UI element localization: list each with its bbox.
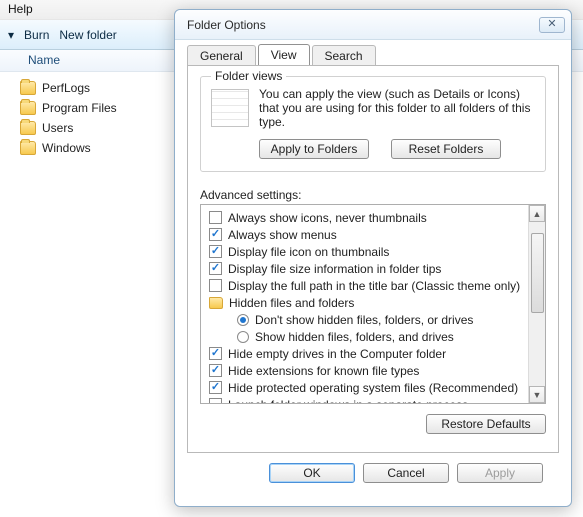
dialog-buttons: OK Cancel Apply [187,453,559,495]
folder-icon [20,121,36,135]
advanced-setting-row[interactable]: Hide extensions for known file types [203,362,543,379]
tab-view[interactable]: View [258,44,310,65]
scroll-up-button[interactable]: ▲ [529,205,545,222]
dialog-title: Folder Options [187,18,539,32]
folder-icon [20,101,36,115]
advanced-setting-row[interactable]: Hidden files and folders [203,294,543,311]
list-item-label: Program Files [42,101,117,115]
toolbar-new-folder[interactable]: New folder [59,28,116,42]
checkbox[interactable] [209,279,222,292]
advanced-setting-label: Hide protected operating system files (R… [228,381,518,395]
tab-panel-view: Folder views You can apply the view (suc… [187,65,559,453]
folder-views-label: Folder views [211,69,286,83]
list-item-label: Users [42,121,73,135]
folder-icon [20,81,36,95]
advanced-settings-list[interactable]: Always show icons, never thumbnails Alway… [200,204,546,404]
advanced-setting-row[interactable]: Always show menus [203,226,543,243]
advanced-setting-row[interactable]: Display the full path in the title bar (… [203,277,543,294]
menu-help[interactable]: Help [8,2,33,16]
cancel-button[interactable]: Cancel [363,463,449,483]
advanced-setting-row[interactable]: Display file size information in folder … [203,260,543,277]
checkbox[interactable] [209,262,222,275]
advanced-setting-label: Hide extensions for known file types [228,364,419,378]
scroll-thumb[interactable] [531,233,544,313]
folder-views-icon [211,89,249,127]
folder-icon [20,141,36,155]
dialog-titlebar[interactable]: Folder Options ✕ [175,10,571,40]
advanced-setting-row[interactable]: Don't show hidden files, folders, or dri… [203,311,543,328]
tab-general[interactable]: General [187,45,256,66]
advanced-setting-label: Hidden files and folders [229,296,354,310]
reset-folders-button[interactable]: Reset Folders [391,139,501,159]
scrollbar[interactable]: ▲ ▼ [528,205,545,403]
advanced-setting-row[interactable]: Always show icons, never thumbnails [203,209,543,226]
tab-search[interactable]: Search [312,45,376,66]
list-item-label: Windows [42,141,91,155]
advanced-setting-row[interactable]: Show hidden files, folders, and drives [203,328,543,345]
toolbar-burn[interactable]: Burn [24,28,49,42]
checkbox[interactable] [209,211,222,224]
radio-button[interactable] [237,331,249,343]
folder-icon [209,297,223,309]
advanced-setting-row[interactable]: Launch folder windows in a separate proc… [203,396,543,404]
apply-to-folders-button[interactable]: Apply to Folders [259,139,369,159]
advanced-setting-row[interactable]: Display file icon on thumbnails [203,243,543,260]
close-button[interactable]: ✕ [539,17,565,33]
advanced-setting-label: Display the full path in the title bar (… [228,279,520,293]
restore-defaults-button[interactable]: Restore Defaults [426,414,546,434]
close-icon: ✕ [547,19,556,30]
checkbox[interactable] [209,364,222,377]
checkbox[interactable] [209,398,222,404]
advanced-setting-row[interactable]: Hide protected operating system files (R… [203,379,543,396]
checkbox[interactable] [209,245,222,258]
advanced-setting-label: Always show icons, never thumbnails [228,211,427,225]
checkbox[interactable] [209,381,222,394]
scroll-down-button[interactable]: ▼ [529,386,545,403]
advanced-setting-label: Display file icon on thumbnails [228,245,389,259]
folder-views-text: You can apply the view (such as Details … [259,87,535,129]
advanced-settings-label: Advanced settings: [200,188,546,202]
checkbox[interactable] [209,347,222,360]
advanced-setting-label: Show hidden files, folders, and drives [255,330,454,344]
list-item-label: PerfLogs [42,81,90,95]
folder-views-group: Folder views You can apply the view (suc… [200,76,546,172]
ok-button[interactable]: OK [269,463,355,483]
advanced-setting-row[interactable]: Hide empty drives in the Computer folder [203,345,543,362]
dialog-body: General View Search Folder views You can… [175,40,571,506]
advanced-setting-label: Display file size information in folder … [228,262,441,276]
advanced-setting-label: Hide empty drives in the Computer folder [228,347,446,361]
toolbar-organize[interactable]: ▾ [8,28,14,42]
folder-options-dialog: Folder Options ✕ General View Search Fol… [174,9,572,507]
advanced-setting-label: Don't show hidden files, folders, or dri… [255,313,473,327]
advanced-setting-label: Always show menus [228,228,337,242]
radio-button[interactable] [237,314,249,326]
advanced-setting-label: Launch folder windows in a separate proc… [228,398,468,405]
tab-strip: General View Search [187,44,559,65]
checkbox[interactable] [209,228,222,241]
apply-button[interactable]: Apply [457,463,543,483]
